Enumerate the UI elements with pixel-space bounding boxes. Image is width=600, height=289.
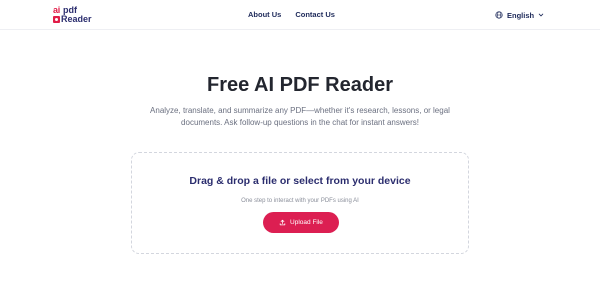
chevron-down-icon — [538, 13, 544, 17]
page-subtitle: Analyze, translate, and summarize any PD… — [150, 106, 450, 127]
upload-button-label: Upload File — [290, 219, 323, 226]
logo-ai-text: ai — [53, 5, 61, 15]
globe-icon — [495, 11, 503, 19]
dropzone-title: Drag & drop a file or select from your d… — [189, 175, 411, 187]
main-nav: About Us Contact Us — [248, 10, 335, 20]
upload-icon — [279, 219, 286, 226]
language-label: English — [507, 10, 535, 20]
nav-contact-us-link[interactable]: Contact Us — [295, 10, 335, 20]
upload-file-button[interactable]: Upload File — [263, 212, 339, 233]
dropzone-subtitle: One step to interact with your PDFs usin… — [241, 198, 359, 204]
site-logo[interactable]: ai pdf Reader — [53, 6, 93, 24]
logo-reader-text: Reader — [61, 14, 92, 24]
site-header: ai pdf Reader About Us Contact Us Englis… — [0, 0, 600, 30]
logo-badge-icon — [53, 16, 60, 23]
page-title: Free AI PDF Reader — [207, 74, 393, 96]
file-dropzone[interactable]: Drag & drop a file or select from your d… — [131, 152, 469, 254]
nav-about-us-link[interactable]: About Us — [248, 10, 281, 20]
language-selector[interactable]: English — [489, 7, 550, 23]
